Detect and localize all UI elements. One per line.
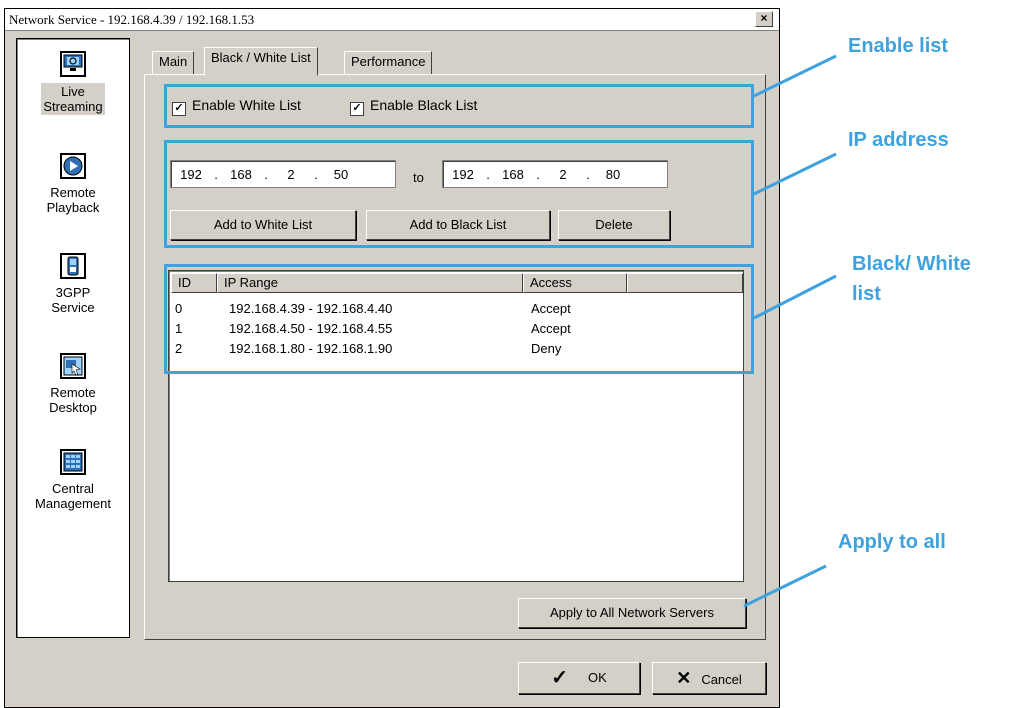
tab-black-white-list[interactable]: Black / White List [204, 47, 318, 76]
callout-label-enable-list: Enable list [848, 35, 949, 57]
callout-label-black-white-1: Black/ White [852, 253, 971, 275]
callout-label-apply-to-all: Apply to all [838, 531, 946, 553]
callout-leader-lines [743, 54, 837, 608]
callout-label-black-white-2: list [852, 283, 881, 305]
callout-label-ip-address: IP address [848, 129, 949, 151]
